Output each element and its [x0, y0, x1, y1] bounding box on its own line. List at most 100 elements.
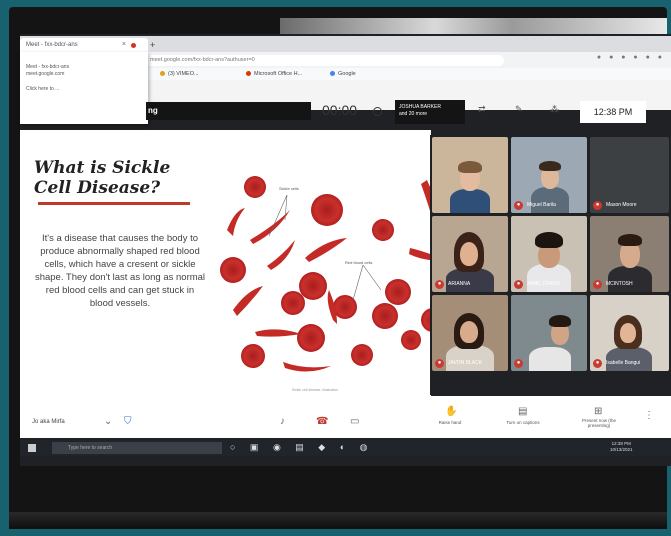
windows-start-icon[interactable] — [28, 444, 36, 452]
raise-hand-icon[interactable]: ✋ — [445, 406, 457, 417]
slide-caption: Sickle cell disease, illustration — [291, 388, 339, 392]
red-blood-cell — [244, 176, 266, 198]
red-blood-cell — [311, 194, 343, 226]
mic-off-icon: ● — [435, 359, 444, 368]
sickle-cells-label: Sickle cells — [279, 186, 299, 191]
participant-tile[interactable] — [432, 137, 508, 213]
red-blood-cells-label: Red blood cells — [345, 260, 372, 265]
participant-tile[interactable]: ● Miguel Barila — [511, 137, 587, 213]
sickle-cell — [250, 210, 290, 244]
taskbar-search-input[interactable]: Type here to search — [52, 442, 222, 454]
bookmark-item[interactable]: (3) VIMEO... — [160, 69, 199, 79]
red-blood-cell — [299, 272, 327, 300]
mic-off-icon: ● — [593, 201, 602, 210]
new-tab-button[interactable]: + — [150, 38, 155, 52]
mic-off-icon: ● — [593, 359, 602, 368]
participant-name: JAVON BLACK — [448, 360, 483, 366]
meeting-clock: 12:38 PM — [580, 101, 646, 123]
camera-icon[interactable]: ▭ — [350, 416, 359, 427]
meeting-name-label: Jo aka Mirfa — [32, 419, 65, 425]
browser-tab[interactable]: Meet - fxx-bdcr-ans × — [20, 38, 148, 52]
label-pointer — [352, 264, 382, 301]
blood-cells-illustration: Sickle cells Red blood cells — [220, 176, 435, 372]
participant-video — [450, 189, 490, 213]
tab-hover-card: Meet - fxx-bdcr-ans meet.google.com Clic… — [20, 52, 148, 124]
pinned-participant[interactable]: JOSHUA BARKER and 20 more — [395, 100, 465, 124]
participant-name: JAMIL TRAVIS — [527, 281, 560, 287]
slide-divider — [38, 202, 190, 205]
people-icon[interactable]: ⇄ — [478, 104, 486, 115]
participant-tile[interactable]: M ● Mason Moore — [590, 137, 669, 213]
presenting-banner-text: ng — [148, 106, 158, 115]
participant-tile[interactable]: ● MCINTOSH — [590, 216, 669, 292]
mic-off-icon: ● — [514, 280, 523, 289]
red-blood-cell — [351, 344, 373, 366]
close-icon[interactable]: × — [122, 38, 126, 52]
chat-icon[interactable]: ✎ — [515, 104, 523, 115]
sickle-cell — [283, 362, 331, 372]
captions-button[interactable]: Turn on captions — [498, 420, 548, 425]
url-input[interactable]: meet.google.com/fxx-bdcr-ans?authuser=0 — [144, 55, 504, 66]
mic-icon[interactable]: ♪ — [280, 416, 285, 427]
mic-off-icon: ● — [514, 359, 523, 368]
activities-icon[interactable]: ⁂ — [550, 104, 559, 115]
sickle-cell — [255, 329, 301, 337]
participant-video — [529, 347, 571, 371]
participant-name: Mason Moore — [606, 202, 637, 208]
sickle-cell — [305, 238, 347, 262]
pinned-name: JOSHUA BARKER — [399, 104, 441, 110]
screen-content: Meet - fxx-bdcr-ans × + meet.google.com/… — [20, 0, 671, 536]
red-blood-cell — [401, 330, 421, 350]
meeting-timer: 00:00 — [322, 102, 358, 118]
captions-icon[interactable]: ▤ — [518, 406, 527, 417]
raise-hand-button[interactable]: Raise hand — [425, 420, 475, 425]
record-icon[interactable] — [373, 107, 382, 116]
bookmark-item[interactable]: Google — [330, 69, 356, 79]
participant-name: Miguel Barila — [527, 202, 556, 208]
red-blood-cell — [385, 279, 411, 305]
red-blood-cell — [372, 303, 398, 329]
red-blood-cell — [241, 344, 265, 368]
participant-tile[interactable]: ● — [511, 295, 587, 371]
sickle-cell — [233, 286, 263, 316]
present-button[interactable]: Present now (the presenting) — [574, 418, 624, 428]
participant-tile[interactable]: ● ARIANNA — [432, 216, 508, 292]
popup-domain: meet.google.com — [26, 71, 65, 77]
sickle-cell — [227, 208, 245, 236]
participant-tile[interactable]: ● JAMIL TRAVIS — [511, 216, 587, 292]
end-call-icon[interactable]: ☎ — [316, 416, 328, 427]
red-blood-cell — [281, 291, 305, 315]
taskbar-clock: 12:38 PM 10/13/2021 — [610, 441, 633, 452]
bookmark-icon — [160, 71, 165, 76]
participant-name: Isabelle Bangui — [606, 360, 641, 366]
google-icon — [330, 71, 335, 76]
more-options-icon[interactable]: ⋮ — [644, 410, 654, 421]
shield-icon[interactable]: ⛉ — [124, 416, 132, 427]
recording-dot-icon — [131, 43, 136, 48]
present-icon[interactable]: ⊞ — [594, 406, 602, 417]
presenting-banner — [146, 102, 311, 120]
slide-body-text: It's a disease that causes the body to p… — [34, 233, 206, 309]
participant-name: ARIANNA — [448, 281, 471, 287]
participant-name: MCINTOSH — [606, 281, 633, 287]
monitor-bottom-edge — [9, 512, 667, 529]
popup-note: Click here to ... — [26, 86, 60, 92]
extension-icons[interactable]: ● ● ● ● ● ● — [597, 54, 665, 61]
mic-off-icon: ● — [514, 201, 523, 210]
taskbar-app-icons[interactable]: ○ ▣ ◉ ▤ ◆ ◐ ◍ — [230, 442, 374, 453]
chevron-down-icon[interactable]: ⌄ — [104, 416, 112, 427]
mic-off-icon: ● — [435, 280, 444, 289]
mic-off-icon: ● — [593, 280, 602, 289]
red-blood-cell — [297, 324, 325, 352]
bookmark-item[interactable]: Microsoft Office H... — [246, 69, 302, 79]
participant-tile[interactable]: ● Isabelle Bangui — [590, 295, 669, 371]
red-blood-cell — [220, 257, 246, 283]
sickle-cell — [267, 240, 295, 270]
popup-title: Meet - fxx-bdcr-ans — [26, 64, 70, 70]
office-icon — [246, 71, 251, 76]
tab-title: Meet - fxx-bdcr-ans — [26, 42, 78, 48]
slide-title: What is Sickle Cell Disease? — [34, 158, 171, 198]
pinned-sub: and 20 more — [399, 111, 428, 117]
participant-grid: ● Miguel Barila M ● Mason Moore ● ARIANN… — [430, 135, 671, 395]
participant-tile[interactable]: ● JAVON BLACK — [432, 295, 508, 371]
